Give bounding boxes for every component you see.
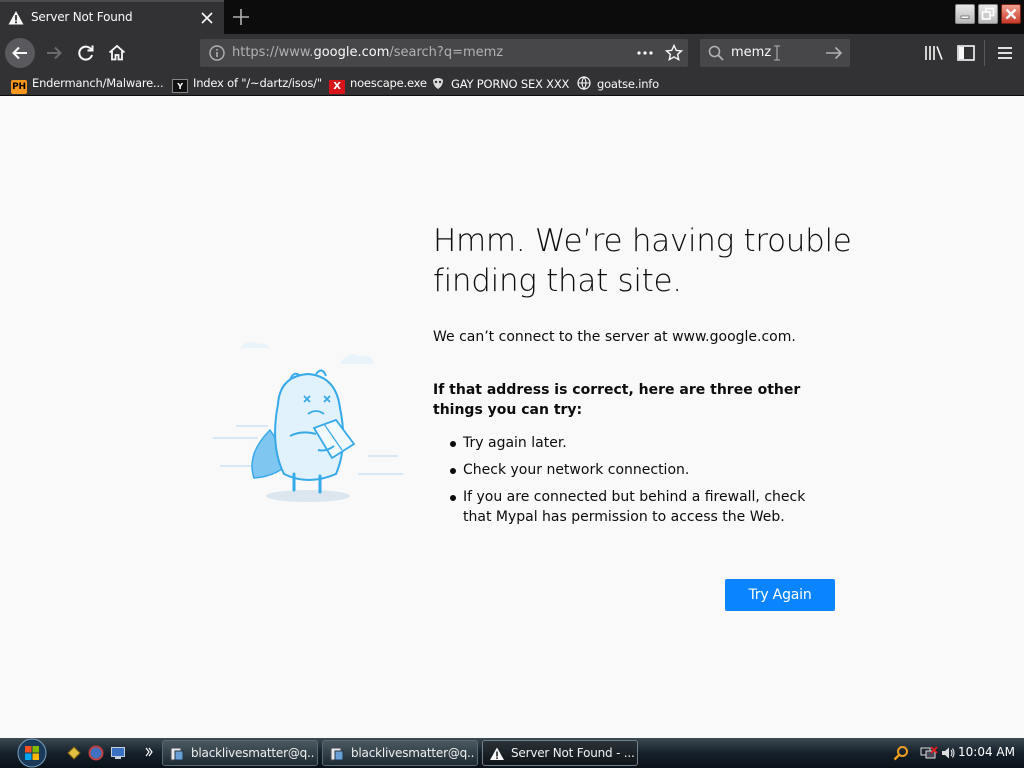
- list-item: If you are connected but behind a firewa…: [433, 487, 833, 527]
- red-x-favicon-icon: X: [329, 80, 345, 94]
- tips-list: Try again later. Check your network conn…: [433, 433, 833, 534]
- ycombinator-favicon-icon: Y: [172, 79, 188, 93]
- tab-title: Server Not Found: [31, 10, 133, 24]
- document-icon: [330, 747, 344, 761]
- close-window-icon: [1005, 8, 1017, 20]
- chevron-right-icon[interactable]: [144, 745, 154, 759]
- bookmarks-toolbar: PH Endermanch/Malware... Y Index of "/~dar…: [0, 72, 1024, 96]
- library-icon[interactable]: [923, 43, 945, 63]
- quicklaunch-browser-icon[interactable]: [88, 745, 104, 761]
- warning-icon: [8, 11, 24, 25]
- try-again-button[interactable]: Try Again: [725, 579, 835, 611]
- tab-strip: Server Not Found: [0, 0, 1024, 34]
- bookmark-gay-porno[interactable]: GAY PORNO SEX XXX: [430, 76, 569, 92]
- tab-server-not-found[interactable]: Server Not Found: [0, 0, 224, 34]
- globe-icon: [577, 76, 591, 90]
- confused-monster-illustration: [213, 341, 403, 502]
- text-cursor-icon: [774, 45, 780, 61]
- error-heading: Hmm. We’re having trouble finding that s…: [433, 223, 852, 299]
- taskbar-item-blacklivesmatter-2[interactable]: blacklivesmatter@q...: [322, 740, 478, 766]
- minimize-icon: [960, 15, 970, 19]
- taskbar: blacklivesmatter@q... blacklivesmatter@q…: [0, 738, 1024, 768]
- taskbar-item-server-not-found[interactable]: Server Not Found - ...: [482, 740, 638, 766]
- toolbar-divider: [984, 40, 985, 66]
- volume-icon[interactable]: [940, 745, 956, 761]
- start-button[interactable]: [10, 738, 50, 768]
- bookmark-endermanch[interactable]: PH Endermanch/Malware...: [11, 76, 164, 94]
- taskbar-item-blacklivesmatter-1[interactable]: blacklivesmatter@q...: [162, 740, 318, 766]
- close-tab-icon[interactable]: [199, 10, 215, 26]
- error-description: We can’t connect to the server at www.go…: [433, 329, 796, 345]
- page-actions-icon[interactable]: [636, 44, 654, 62]
- try-heading: If that address is correct, here are thr…: [433, 382, 801, 418]
- list-item: Check your network connection.: [433, 460, 833, 480]
- home-icon[interactable]: [102, 38, 132, 68]
- warning-icon: [490, 747, 504, 760]
- close-window-button[interactable]: [1001, 4, 1021, 24]
- bookmark-noescape[interactable]: Xnoescape.exe: [329, 76, 427, 94]
- bookmark-goatse[interactable]: goatse.info: [576, 76, 659, 92]
- sidebar-icon[interactable]: [955, 43, 977, 63]
- url-text[interactable]: https://www.google.com/search?q=memz: [232, 45, 503, 60]
- new-tab-icon[interactable]: [228, 4, 254, 30]
- url-bar[interactable]: https://www.google.com/search?q=memz: [200, 39, 688, 67]
- menu-icon[interactable]: [994, 43, 1016, 63]
- pornhub-favicon-icon: PH: [11, 80, 27, 94]
- network-icon[interactable]: [920, 745, 938, 761]
- reload-icon[interactable]: [71, 38, 101, 68]
- search-icon: [708, 45, 724, 61]
- search-bar[interactable]: memz: [700, 39, 850, 67]
- info-icon[interactable]: [208, 44, 226, 62]
- restore-button[interactable]: [978, 4, 998, 24]
- search-go-icon[interactable]: [824, 44, 844, 62]
- restore-icon: [981, 7, 995, 20]
- show-desktop-icon[interactable]: [110, 745, 126, 761]
- bookmark-star-icon[interactable]: [664, 43, 684, 63]
- bookmark-index-of-dartz[interactable]: Y Index of "/~dartz/isos/": [172, 76, 322, 93]
- search-input[interactable]: memz: [731, 45, 771, 60]
- clock[interactable]: 10:04 AM: [958, 745, 1015, 759]
- navigation-bar: https://www.google.com/search?q=memz mem…: [0, 34, 1024, 72]
- arrow-left-icon: [12, 46, 27, 60]
- quicklaunch-app-icon[interactable]: [66, 745, 82, 761]
- list-item: Try again later.: [433, 433, 833, 453]
- document-icon: [170, 747, 184, 761]
- forward-button[interactable]: [39, 38, 69, 68]
- back-button[interactable]: [5, 38, 35, 68]
- minimize-button[interactable]: [955, 4, 975, 24]
- tray-search-icon[interactable]: [893, 745, 909, 761]
- mask-favicon-icon: [433, 78, 443, 89]
